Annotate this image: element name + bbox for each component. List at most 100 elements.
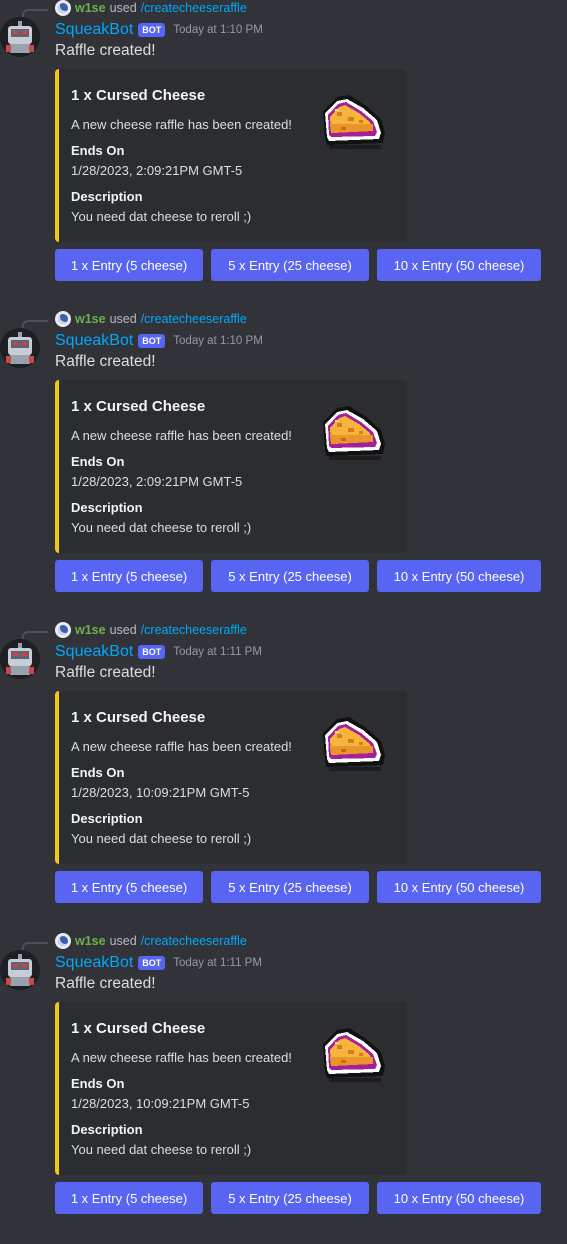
field-ends-on-name: Ends On [71, 1076, 125, 1091]
reply-avatar[interactable] [55, 622, 71, 638]
reply-username[interactable]: w1se [75, 312, 106, 326]
bot-badge: BOT [138, 23, 166, 37]
cheese-thumbnail[interactable] [315, 711, 391, 775]
reply-used-label: used [109, 1, 137, 15]
message-header: SqueakBot BOT Today at 1:11 PM [55, 953, 262, 973]
field-ends-on-value: 1/28/2023, 2:09:21PM GMT-5 [71, 474, 243, 489]
raffle-embed: 1 x Cursed Cheese A new cheese raffle ha… [55, 1002, 407, 1175]
reply-command[interactable]: /createcheeseraffle [141, 1, 247, 15]
entry-5-button[interactable]: 5 x Entry (25 cheese) [211, 871, 369, 903]
field-description-name: Description [71, 189, 143, 204]
bot-badge: BOT [138, 334, 166, 348]
message-header: SqueakBot BOT Today at 1:11 PM [55, 642, 262, 662]
entry-5-button[interactable]: 5 x Entry (25 cheese) [211, 1182, 369, 1214]
entry-10-button[interactable]: 10 x Entry (50 cheese) [377, 1182, 541, 1214]
embed-title: 1 x Cursed Cheese [71, 1020, 206, 1037]
field-description-name: Description [71, 1122, 143, 1137]
reply-command[interactable]: /createcheeseraffle [141, 623, 247, 637]
robot-icon [0, 328, 40, 368]
bot-avatar[interactable] [0, 950, 40, 990]
reply-username[interactable]: w1se [75, 934, 106, 948]
message-content: Raffle created! [55, 42, 156, 59]
reply-username[interactable]: w1se [75, 623, 106, 637]
message-header: SqueakBot BOT Today at 1:10 PM [55, 331, 263, 351]
message-timestamp: Today at 1:10 PM [173, 335, 263, 347]
message: w1se used /createcheeseraffle SqueakBot … [0, 622, 567, 933]
bot-avatar[interactable] [0, 328, 40, 368]
reply-used-label: used [109, 312, 137, 326]
message-feed: w1se used /createcheeseraffle SqueakBot … [0, 0, 567, 1224]
entry-1-button[interactable]: 1 x Entry (5 cheese) [55, 560, 203, 592]
field-ends-on-value: 1/28/2023, 10:09:21PM GMT-5 [71, 785, 250, 800]
reply-context[interactable]: w1se used /createcheeseraffle [55, 622, 247, 638]
entry-1-button[interactable]: 1 x Entry (5 cheese) [55, 1182, 203, 1214]
cheese-thumbnail[interactable] [315, 400, 391, 464]
message: w1se used /createcheeseraffle SqueakBot … [0, 311, 567, 622]
entry-10-button[interactable]: 10 x Entry (50 cheese) [377, 249, 541, 281]
message-content: Raffle created! [55, 353, 156, 370]
message-header: SqueakBot BOT Today at 1:10 PM [55, 20, 263, 40]
embed-title: 1 x Cursed Cheese [71, 709, 206, 726]
field-description-name: Description [71, 500, 143, 515]
embed-description: A new cheese raffle has been created! [71, 1050, 292, 1065]
cheese-icon [323, 717, 385, 771]
cheese-icon [323, 95, 385, 149]
message-content: Raffle created! [55, 664, 156, 681]
bot-avatar[interactable] [0, 17, 40, 57]
message: w1se used /createcheeseraffle SqueakBot … [0, 0, 567, 311]
cheese-thumbnail[interactable] [315, 89, 391, 153]
reply-used-label: used [109, 623, 137, 637]
raffle-embed: 1 x Cursed Cheese A new cheese raffle ha… [55, 69, 407, 242]
entry-5-button[interactable]: 5 x Entry (25 cheese) [211, 560, 369, 592]
reply-avatar[interactable] [55, 311, 71, 327]
bot-badge: BOT [138, 645, 166, 659]
message-timestamp: Today at 1:10 PM [173, 24, 263, 36]
field-description-value: You need dat cheese to reroll ;) [71, 831, 252, 846]
embed-description: A new cheese raffle has been created! [71, 739, 292, 754]
raffle-embed: 1 x Cursed Cheese A new cheese raffle ha… [55, 380, 407, 553]
field-description-name: Description [71, 811, 143, 826]
robot-icon [0, 17, 40, 57]
reply-username[interactable]: w1se [75, 1, 106, 15]
robot-icon [0, 639, 40, 679]
bot-badge: BOT [138, 956, 166, 970]
entry-5-button[interactable]: 5 x Entry (25 cheese) [211, 249, 369, 281]
field-description-value: You need dat cheese to reroll ;) [71, 520, 252, 535]
field-description-value: You need dat cheese to reroll ;) [71, 209, 252, 224]
robot-icon [0, 950, 40, 990]
reply-command[interactable]: /createcheeseraffle [141, 312, 247, 326]
field-ends-on-value: 1/28/2023, 2:09:21PM GMT-5 [71, 163, 243, 178]
reply-avatar[interactable] [55, 0, 71, 16]
embed-title: 1 x Cursed Cheese [71, 398, 206, 415]
reply-command[interactable]: /createcheeseraffle [141, 934, 247, 948]
field-ends-on-name: Ends On [71, 143, 125, 158]
message-content: Raffle created! [55, 975, 156, 992]
reply-context[interactable]: w1se used /createcheeseraffle [55, 933, 247, 949]
bot-avatar[interactable] [0, 639, 40, 679]
message-timestamp: Today at 1:11 PM [173, 646, 262, 658]
entry-10-button[interactable]: 10 x Entry (50 cheese) [377, 560, 541, 592]
field-ends-on-name: Ends On [71, 454, 125, 469]
embed-description: A new cheese raffle has been created! [71, 117, 292, 132]
bot-username[interactable]: SqueakBot [55, 643, 133, 661]
message: w1se used /createcheeseraffle SqueakBot … [0, 933, 567, 1244]
bot-username[interactable]: SqueakBot [55, 954, 133, 972]
embed-title: 1 x Cursed Cheese [71, 87, 206, 104]
field-ends-on-value: 1/28/2023, 10:09:21PM GMT-5 [71, 1096, 250, 1111]
entry-10-button[interactable]: 10 x Entry (50 cheese) [377, 871, 541, 903]
reply-avatar[interactable] [55, 933, 71, 949]
raffle-embed: 1 x Cursed Cheese A new cheese raffle ha… [55, 691, 407, 864]
bot-username[interactable]: SqueakBot [55, 332, 133, 350]
embed-description: A new cheese raffle has been created! [71, 428, 292, 443]
cheese-thumbnail[interactable] [315, 1022, 391, 1086]
entry-1-button[interactable]: 1 x Entry (5 cheese) [55, 249, 203, 281]
cheese-icon [323, 1028, 385, 1082]
message-timestamp: Today at 1:11 PM [173, 957, 262, 969]
bot-username[interactable]: SqueakBot [55, 21, 133, 39]
field-ends-on-name: Ends On [71, 765, 125, 780]
reply-context[interactable]: w1se used /createcheeseraffle [55, 311, 247, 327]
entry-1-button[interactable]: 1 x Entry (5 cheese) [55, 871, 203, 903]
reply-used-label: used [109, 934, 137, 948]
reply-context[interactable]: w1se used /createcheeseraffle [55, 0, 247, 16]
cheese-icon [323, 406, 385, 460]
